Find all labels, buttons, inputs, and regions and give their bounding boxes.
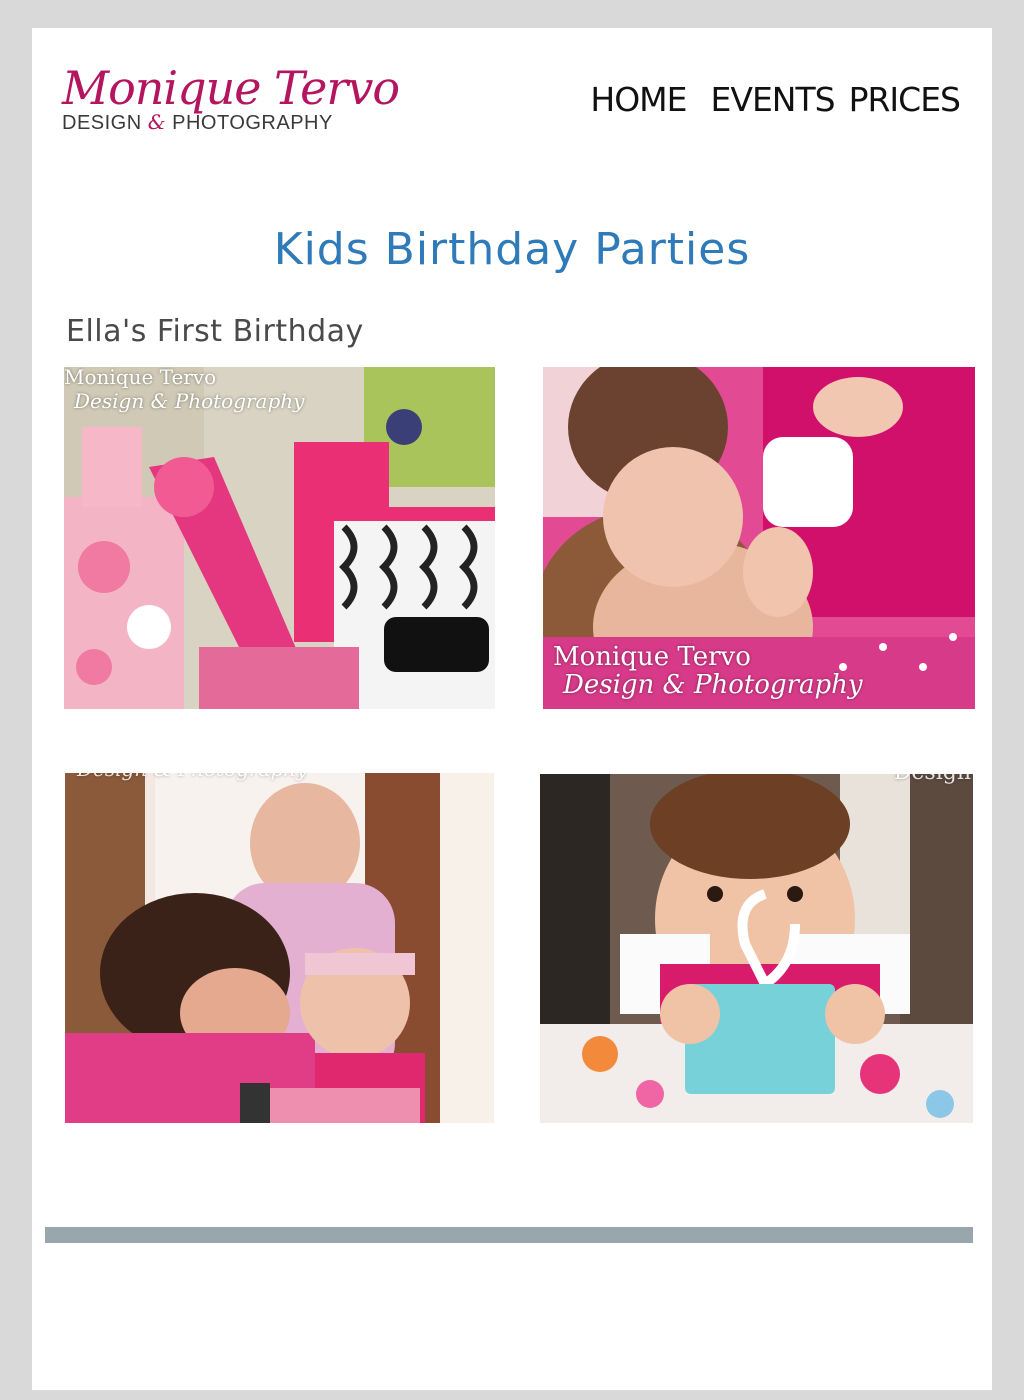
tagline-right: PHOTOGRAPHY	[172, 112, 333, 134]
footer-bar	[45, 1227, 973, 1243]
section-title: Ella's First Birthday	[66, 314, 364, 349]
page-container: Monique Tervo DESIGN & PHOTOGRAPHY HOME …	[32, 28, 992, 1390]
photo-baby-hanger[interactable]: Design	[540, 774, 973, 1123]
main-nav: HOME EVENTS PRICES	[590, 80, 961, 120]
photo-baby-hug[interactable]: Monique Tervo Design & Photography	[543, 367, 975, 709]
photo-gift-bags[interactable]: Monique Tervo Design & Photography	[64, 367, 495, 709]
brand-logo[interactable]: Monique Tervo DESIGN & PHOTOGRAPHY	[62, 58, 400, 138]
nav-prices[interactable]: PRICES	[849, 80, 961, 120]
watermark: Monique Tervo Design & Photography	[553, 642, 863, 700]
baby-hanger-image	[540, 774, 973, 1123]
watermark: Design & Photography	[67, 773, 307, 781]
photo-family-gift[interactable]: Design & Photography	[65, 773, 494, 1123]
brand-tagline: DESIGN & PHOTOGRAPHY	[62, 110, 333, 135]
nav-home[interactable]: HOME	[590, 80, 687, 120]
tagline-left: DESIGN	[62, 112, 142, 134]
watermark: Design	[894, 774, 971, 786]
family-gift-image	[65, 773, 494, 1123]
page-title: Kids Birthday Parties	[273, 224, 751, 275]
tagline-amp: &	[147, 110, 167, 134]
brand-name: Monique Tervo	[62, 61, 400, 115]
watermark: Monique Tervo Design & Photography	[64, 367, 305, 413]
gift-bags-image	[64, 367, 495, 709]
nav-events[interactable]: EVENTS	[711, 80, 836, 120]
